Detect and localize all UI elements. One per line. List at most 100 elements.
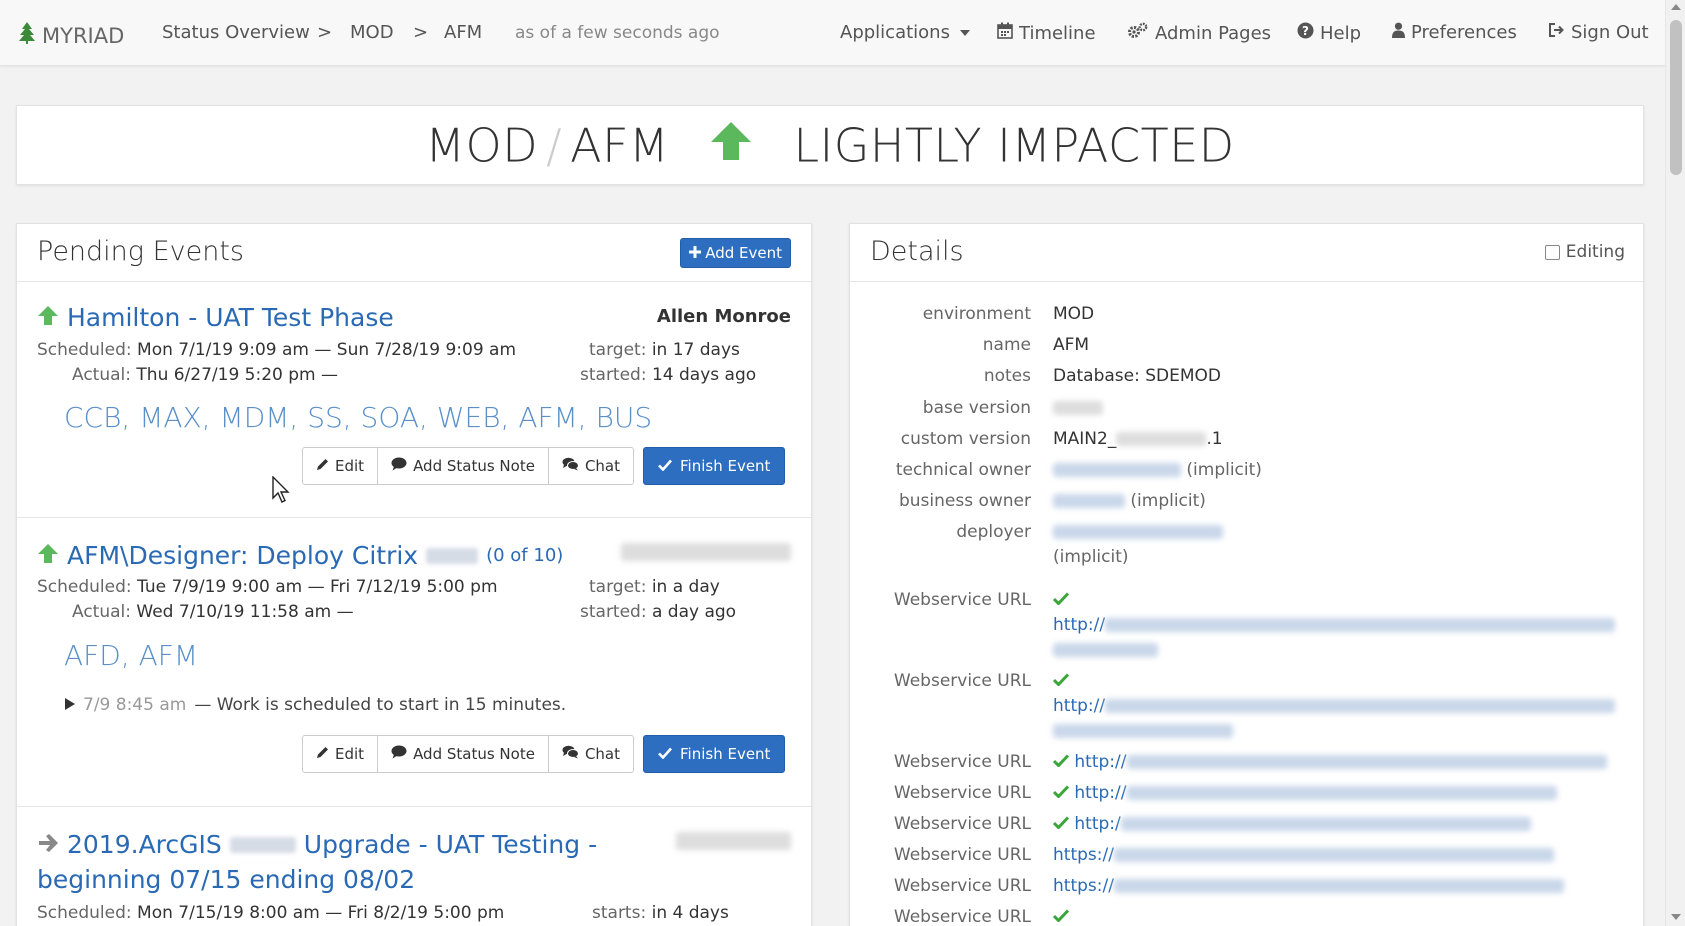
detail-value <box>1053 522 1223 542</box>
target-label: target: <box>589 577 647 597</box>
user-icon <box>1392 22 1405 43</box>
finish-event-button[interactable]: Finish Event <box>643 447 786 485</box>
starts-value: in 4 days <box>651 903 729 923</box>
event-title-link[interactable]: AFM\Designer: Deploy Citrix (0 of 10) <box>37 541 563 570</box>
editing-label: Editing <box>1565 242 1625 262</box>
calendar-icon <box>997 22 1013 44</box>
edit-label: Edit <box>335 745 365 763</box>
event-progress-count: (0 of 10) <box>486 545 564 566</box>
detail-value: (implicit) <box>1053 460 1262 480</box>
add-status-note-button[interactable]: Add Status Note <box>378 447 549 485</box>
webservice-link[interactable]: http:/ <box>1052 814 1531 834</box>
edit-label: Edit <box>335 457 365 475</box>
help-label: Help <box>1320 22 1362 44</box>
sign-out-icon <box>1548 22 1565 43</box>
sign-out-link[interactable]: Sign Out <box>1548 22 1649 43</box>
custom-version-suffix: .1 <box>1206 429 1223 449</box>
webservice-link[interactable]: https:// <box>1053 845 1554 865</box>
event-title-link[interactable]: Hamilton - UAT Test Phase <box>37 303 394 332</box>
status-note[interactable]: 7/9 8:45 am — Work is scheduled to start… <box>65 695 566 715</box>
webservice-link[interactable]: http:// <box>1053 615 1616 635</box>
top-navbar: MYRIAD Status Overview > MOD > AFM as of… <box>0 0 1665 66</box>
arrow-up-icon <box>710 118 752 172</box>
tree-icon <box>18 22 36 49</box>
scrollbar-thumb[interactable] <box>1670 20 1682 175</box>
brand-link[interactable]: MYRIAD <box>18 22 124 49</box>
scheduled-label: Scheduled: <box>37 903 132 923</box>
deployer-link-redacted[interactable] <box>1053 525 1223 539</box>
event-actions: Edit Add Status Note Chat <box>302 447 635 485</box>
webservice-link-continued[interactable] <box>1053 721 1233 741</box>
edit-button[interactable]: Edit <box>302 447 379 485</box>
owner-link-redacted[interactable] <box>1053 494 1125 508</box>
breadcrumb-separator: > <box>413 22 429 43</box>
note-text: — Work is scheduled to start in 15 minut… <box>194 695 567 715</box>
actual-value: Wed 7/10/19 11:58 am — <box>136 602 354 622</box>
event-card: Hamilton - UAT Test Phase Allen Monroe S… <box>17 283 811 518</box>
event-title-link[interactable]: 2019.ArcGIS Upgrade - UAT Testing - <box>37 830 597 859</box>
timeline-label: Timeline <box>1019 22 1096 44</box>
actual-label: Actual: <box>72 365 131 385</box>
svg-text:?: ? <box>1302 24 1309 38</box>
started-label: started: <box>580 602 647 622</box>
event-applications[interactable]: AFD, AFM <box>64 639 198 672</box>
comments-icon <box>562 457 579 475</box>
add-status-note-button[interactable]: Add Status Note <box>378 735 549 773</box>
event-applications[interactable]: CCB, MAX, MDM, SS, SOA, WEB, AFM, BUS <box>64 401 652 434</box>
webservice-link[interactable]: http:// <box>1052 752 1607 772</box>
chat-label: Chat <box>584 457 621 475</box>
breadcrumb-mod[interactable]: MOD <box>350 22 394 43</box>
webservice-link[interactable]: http:// <box>1052 783 1557 803</box>
breadcrumb-status-overview[interactable]: Status Overview <box>162 22 310 43</box>
help-link[interactable]: ? Help <box>1297 22 1361 44</box>
target-value: in 17 days <box>651 340 740 360</box>
detail-label: Webservice URL <box>893 907 1031 926</box>
plus-icon <box>689 244 702 262</box>
actual-label: Actual: <box>72 602 131 622</box>
timeline-link[interactable]: Timeline <box>997 22 1096 44</box>
admin-pages-link[interactable]: Admin Pages <box>1127 22 1271 44</box>
event-title-part: Upgrade - UAT Testing - <box>303 830 598 859</box>
add-event-button[interactable]: Add Event <box>680 238 791 268</box>
check-icon <box>1052 907 1070 926</box>
scroll-down-arrow-icon[interactable] <box>1671 914 1681 920</box>
editing-toggle[interactable]: Editing <box>1544 242 1625 262</box>
pencil-icon <box>316 457 329 475</box>
page-scrollbar[interactable] <box>1665 0 1685 926</box>
breadcrumb-afm[interactable]: AFM <box>444 22 482 43</box>
check-icon <box>658 457 672 475</box>
webservice-link-continued[interactable] <box>1053 640 1158 660</box>
finish-event-button[interactable]: Finish Event <box>643 735 786 773</box>
webservice-link[interactable]: http:// <box>1053 696 1616 716</box>
implicit-note: (implicit) <box>1186 460 1262 480</box>
event-title-link[interactable]: beginning 07/15 ending 08/02 <box>37 865 415 894</box>
check-icon <box>1052 814 1070 834</box>
detail-label: deployer <box>956 522 1031 542</box>
preferences-link[interactable]: Preferences <box>1392 22 1517 43</box>
edit-button[interactable]: Edit <box>302 735 379 773</box>
event-card: AFM\Designer: Deploy Citrix (0 of 10) Sc… <box>17 519 811 807</box>
actual-value: Thu 6/27/19 5:20 pm — <box>136 365 339 385</box>
arrow-up-icon <box>37 541 59 570</box>
admin-pages-label: Admin Pages <box>1155 22 1272 44</box>
mouse-cursor-icon <box>272 475 290 508</box>
detail-label: Webservice URL <box>893 671 1031 691</box>
owner-link-redacted[interactable] <box>1053 463 1181 477</box>
last-updated-text: as of a few seconds ago <box>515 23 720 43</box>
editing-checkbox[interactable] <box>1544 244 1560 260</box>
scheduled-value: Mon 7/15/19 8:00 am — Fri 8/2/19 5:00 pm <box>137 903 505 923</box>
brand-name: MYRIAD <box>42 23 125 48</box>
started-value: 14 days ago <box>651 365 757 385</box>
event-actual: Actual: Thu 6/27/19 5:20 pm — <box>72 365 338 385</box>
applications-dropdown[interactable]: Applications <box>840 22 970 43</box>
event-actual: Actual: Wed 7/10/19 11:58 am — <box>72 602 354 622</box>
webservice-link[interactable]: https:// <box>1053 876 1564 896</box>
add-status-note-label: Add Status Note <box>413 745 535 763</box>
chat-button[interactable]: Chat <box>548 447 635 485</box>
scroll-up-arrow-icon[interactable] <box>1671 4 1681 10</box>
webservice-url-prefix: https:// <box>1053 876 1114 896</box>
scheduled-value: Tue 7/9/19 9:00 am — Fri 7/12/19 5:00 pm <box>137 577 498 597</box>
add-event-label: Add Event <box>705 244 782 262</box>
gears-icon <box>1127 22 1149 44</box>
chat-button[interactable]: Chat <box>548 735 635 773</box>
